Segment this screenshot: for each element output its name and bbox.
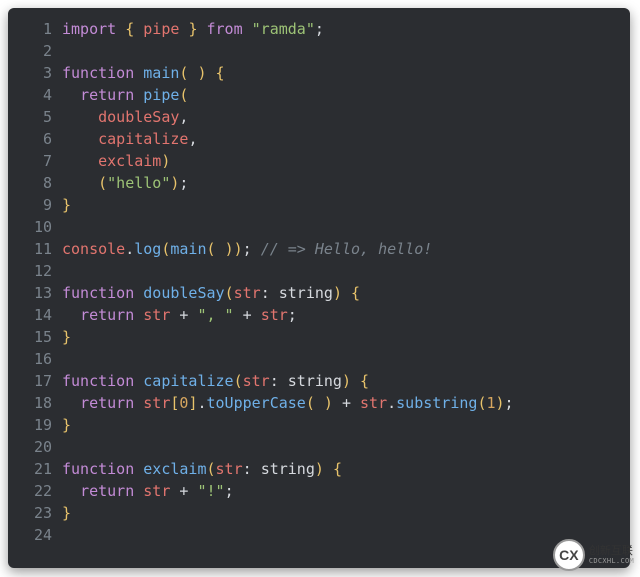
code-line: 11console.log(main( )); // => Hello, hel… [8, 238, 630, 260]
code-line: 5 doubleSay, [8, 106, 630, 128]
line-content [62, 216, 630, 238]
code-line: 22 return str + "!"; [8, 480, 630, 502]
code-line: 13function doubleSay(str: string) { [8, 282, 630, 304]
line-number: 24 [8, 524, 62, 546]
line-number: 15 [8, 326, 62, 348]
line-content: ("hello"); [62, 172, 630, 194]
watermark-subtext: CDCXHL.COM [589, 557, 634, 565]
line-content: console.log(main( )); // => Hello, hello… [62, 238, 630, 260]
code-line: 7 exclaim) [8, 150, 630, 172]
code-line: 6 capitalize, [8, 128, 630, 150]
line-number: 1 [8, 18, 62, 40]
code-line: 21function exclaim(str: string) { [8, 458, 630, 480]
code-line: 9} [8, 194, 630, 216]
line-content: function doubleSay(str: string) { [62, 282, 630, 304]
line-number: 14 [8, 304, 62, 326]
line-content: capitalize, [62, 128, 630, 150]
line-content: import { pipe } from "ramda"; [62, 18, 630, 40]
watermark: CX 创新互联 CDCXHL.COM [553, 539, 634, 571]
line-content: } [62, 502, 630, 524]
line-content: return str + "!"; [62, 480, 630, 502]
code-line: 2 [8, 40, 630, 62]
code-line: 20 [8, 436, 630, 458]
line-number: 2 [8, 40, 62, 62]
code-line: 24 [8, 524, 630, 546]
code-line: 18 return str[0].toUpperCase( ) + str.su… [8, 392, 630, 414]
line-number: 6 [8, 128, 62, 150]
line-number: 4 [8, 84, 62, 106]
line-number: 9 [8, 194, 62, 216]
line-content: return pipe( [62, 84, 630, 106]
code-line: 3function main( ) { [8, 62, 630, 84]
code-block: 1import { pipe } from "ramda";2 3functio… [8, 18, 630, 546]
code-line: 14 return str + ", " + str; [8, 304, 630, 326]
line-content [62, 524, 630, 546]
line-number: 20 [8, 436, 62, 458]
line-number: 13 [8, 282, 62, 304]
line-content: doubleSay, [62, 106, 630, 128]
line-number: 23 [8, 502, 62, 524]
line-number: 22 [8, 480, 62, 502]
line-number: 8 [8, 172, 62, 194]
code-line: 1import { pipe } from "ramda"; [8, 18, 630, 40]
watermark-badge: CX [553, 539, 585, 571]
line-content [62, 260, 630, 282]
line-number: 5 [8, 106, 62, 128]
code-line: 23} [8, 502, 630, 524]
code-line: 16 [8, 348, 630, 370]
line-content [62, 348, 630, 370]
code-line: 8 ("hello"); [8, 172, 630, 194]
code-editor: 1import { pipe } from "ramda";2 3functio… [8, 8, 630, 568]
code-line: 15} [8, 326, 630, 348]
code-line: 4 return pipe( [8, 84, 630, 106]
line-content: return str[0].toUpperCase( ) + str.subst… [62, 392, 630, 414]
line-content: } [62, 326, 630, 348]
line-number: 21 [8, 458, 62, 480]
line-number: 3 [8, 62, 62, 84]
code-line: 10 [8, 216, 630, 238]
line-content: } [62, 194, 630, 216]
line-number: 16 [8, 348, 62, 370]
watermark-text: 创新互联 [589, 546, 634, 557]
line-content: function capitalize(str: string) { [62, 370, 630, 392]
line-content: function exclaim(str: string) { [62, 458, 630, 480]
line-number: 17 [8, 370, 62, 392]
line-number: 7 [8, 150, 62, 172]
line-content: exclaim) [62, 150, 630, 172]
code-line: 17function capitalize(str: string) { [8, 370, 630, 392]
line-number: 10 [8, 216, 62, 238]
code-line: 19} [8, 414, 630, 436]
line-content [62, 436, 630, 458]
line-content [62, 40, 630, 62]
line-content: return str + ", " + str; [62, 304, 630, 326]
line-number: 18 [8, 392, 62, 414]
line-number: 12 [8, 260, 62, 282]
line-number: 11 [8, 238, 62, 260]
line-content: } [62, 414, 630, 436]
line-number: 19 [8, 414, 62, 436]
line-content: function main( ) { [62, 62, 630, 84]
code-line: 12 [8, 260, 630, 282]
